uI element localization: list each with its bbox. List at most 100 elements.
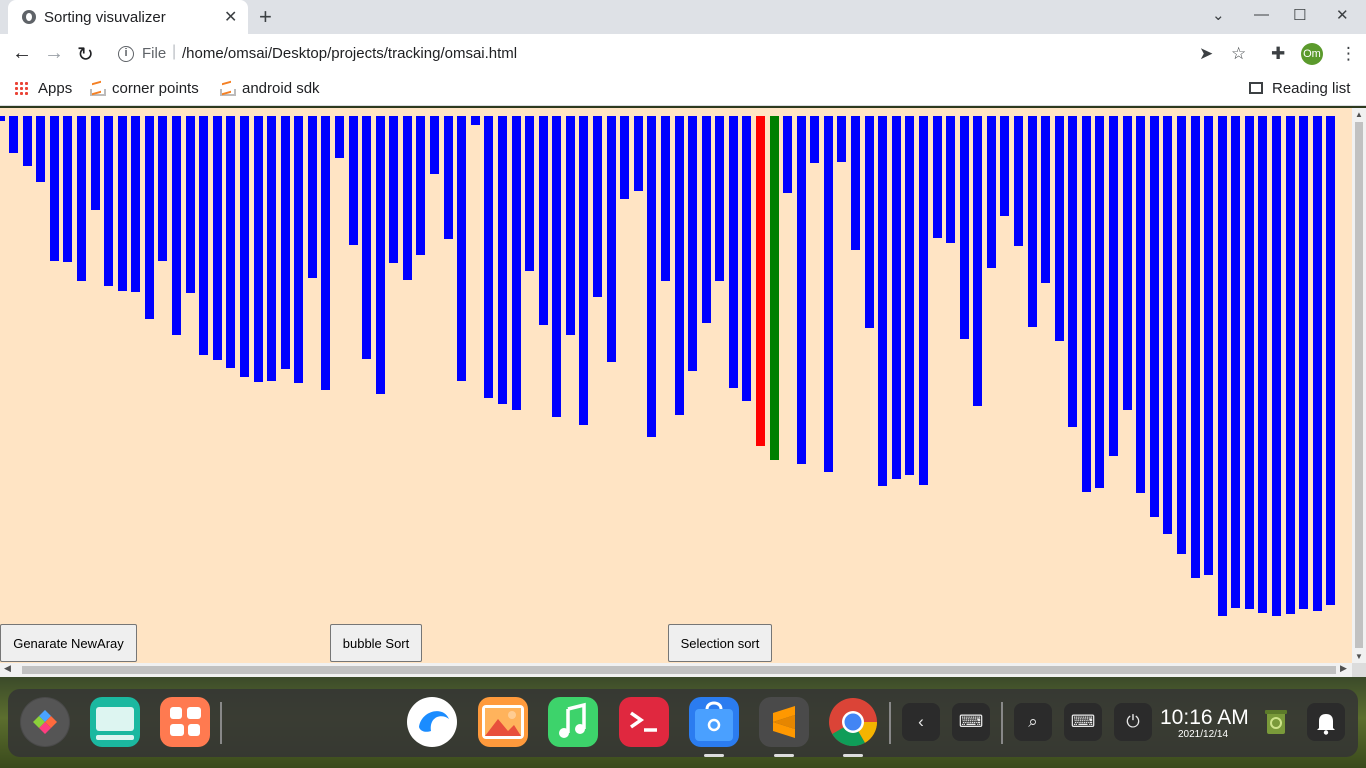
array-bar <box>280 116 290 369</box>
array-bar <box>973 116 983 406</box>
horizontal-scroll-thumb[interactable] <box>22 666 1336 674</box>
generate-array-button[interactable]: Genarate NewAray <box>0 624 137 662</box>
array-bar <box>76 116 86 281</box>
running-indicator <box>774 754 794 757</box>
reload-icon[interactable]: ↻ <box>77 42 94 67</box>
menu-icon[interactable]: ⋮ <box>1340 44 1357 64</box>
array-bar <box>253 116 263 382</box>
bookmark-android-sdk[interactable]: android sdk <box>242 80 320 97</box>
terminal-icon[interactable] <box>619 697 669 747</box>
array-bar <box>674 116 684 415</box>
array-bar <box>226 116 236 368</box>
array-bar <box>1068 116 1078 427</box>
notification-bell-icon[interactable] <box>1307 703 1345 741</box>
array-bar <box>1122 116 1132 410</box>
keyboard-layout-icon[interactable]: ⌨ <box>1064 703 1102 741</box>
dock-separator <box>220 702 222 744</box>
tab-strip: Sorting visuvalizer ✕ + ⌄ — ☐ ✕ <box>0 0 1366 34</box>
array-bar <box>36 116 46 182</box>
music-icon[interactable] <box>548 697 598 747</box>
bookmark-apps[interactable]: Apps <box>38 80 72 97</box>
onscreen-keyboard-icon[interactable]: ⌨ <box>952 703 990 741</box>
array-bar <box>239 116 249 377</box>
browser-icon[interactable] <box>407 697 457 747</box>
array-bar <box>457 116 467 381</box>
array-bar <box>810 116 820 163</box>
array-bar <box>1190 116 1200 578</box>
array-bar <box>633 116 643 191</box>
array-bar <box>1299 116 1309 609</box>
array-bar <box>606 116 616 362</box>
array-bar <box>878 116 888 486</box>
search-icon[interactable]: ⌕ <box>1014 703 1052 741</box>
scroll-right-icon[interactable]: ▶ <box>1340 663 1347 674</box>
bubble-sort-button[interactable]: bubble Sort <box>330 624 422 662</box>
selection-sort-button[interactable]: Selection sort <box>668 624 772 662</box>
array-bar <box>905 116 915 475</box>
array-bar <box>823 116 833 472</box>
array-bar <box>1163 116 1173 534</box>
apps-grid-icon <box>14 81 28 95</box>
reading-list-button[interactable]: Reading list <box>1272 80 1350 97</box>
scroll-up-icon[interactable]: ▲ <box>1355 110 1363 119</box>
trash-icon[interactable] <box>1257 703 1295 741</box>
stackoverflow-icon <box>89 80 106 96</box>
globe-icon <box>22 10 36 24</box>
power-icon[interactable]: ⏻ <box>1114 703 1152 741</box>
browser-toolbar: ← → ↻ i File | /home/omsai/Desktop/proje… <box>0 34 1366 74</box>
maximize-icon[interactable]: ☐ <box>1293 6 1306 24</box>
collapse-tray-icon[interactable]: ‹ <box>902 703 940 741</box>
app-store-icon[interactable] <box>689 697 739 747</box>
profile-avatar[interactable]: Om <box>1301 43 1323 65</box>
close-tab-icon[interactable]: ✕ <box>224 7 237 27</box>
dock-separator <box>1001 702 1003 744</box>
site-info-icon[interactable]: i <box>118 46 134 62</box>
bookmark-star-icon[interactable]: ☆ <box>1231 44 1246 64</box>
address-bar[interactable]: /home/omsai/Desktop/projects/tracking/om… <box>182 45 517 62</box>
close-window-icon[interactable]: ✕ <box>1336 6 1349 24</box>
chrome-icon[interactable] <box>828 697 878 747</box>
tab-active[interactable]: Sorting visuvalizer ✕ <box>8 0 248 34</box>
array-bar <box>1027 116 1037 327</box>
scroll-left-icon[interactable]: ◀ <box>4 663 11 674</box>
array-bar <box>1014 116 1023 246</box>
workspaces-icon[interactable] <box>160 697 210 747</box>
tab-search-icon[interactable]: ⌄ <box>1212 6 1225 24</box>
new-tab-button[interactable]: + <box>259 4 272 30</box>
array-bar <box>552 116 562 417</box>
array-bar <box>497 116 507 404</box>
back-icon[interactable]: ← <box>12 42 32 65</box>
array-bar <box>1176 116 1186 554</box>
array-bar <box>538 116 548 325</box>
array-bar <box>647 116 657 437</box>
array-bar <box>348 116 358 245</box>
array-bar <box>891 116 901 479</box>
array-bar <box>172 116 182 335</box>
array-bar <box>1272 116 1282 616</box>
clock-time[interactable]: 10:16 AM <box>1160 706 1249 730</box>
array-bar <box>63 116 73 262</box>
launcher-icon[interactable] <box>20 697 70 747</box>
vertical-scroll-thumb[interactable] <box>1355 122 1363 648</box>
bookmark-corner-points[interactable]: corner points <box>112 80 199 97</box>
array-bar <box>660 116 670 281</box>
send-icon[interactable]: ➤ <box>1199 44 1213 64</box>
minimize-icon[interactable]: — <box>1254 6 1269 23</box>
image-viewer-icon[interactable] <box>478 697 528 747</box>
array-bar <box>335 116 344 158</box>
array-bar <box>796 116 806 464</box>
extensions-icon[interactable]: ✚ <box>1271 44 1285 64</box>
array-bar <box>932 116 942 238</box>
multitasking-icon[interactable] <box>90 697 140 747</box>
vertical-scrollbar[interactable]: ▲ ▼ <box>1352 108 1366 663</box>
scroll-down-icon[interactable]: ▼ <box>1355 652 1363 661</box>
forward-icon[interactable]: → <box>44 42 64 65</box>
array-bar <box>1054 116 1064 341</box>
array-bar <box>620 116 630 199</box>
horizontal-scrollbar[interactable]: ◀ ▶ <box>0 663 1352 677</box>
scrollbar-corner <box>1352 663 1366 677</box>
array-bar <box>212 116 222 360</box>
array-bar <box>307 116 317 278</box>
array-bar <box>579 116 589 425</box>
sublime-text-icon[interactable] <box>759 697 809 747</box>
